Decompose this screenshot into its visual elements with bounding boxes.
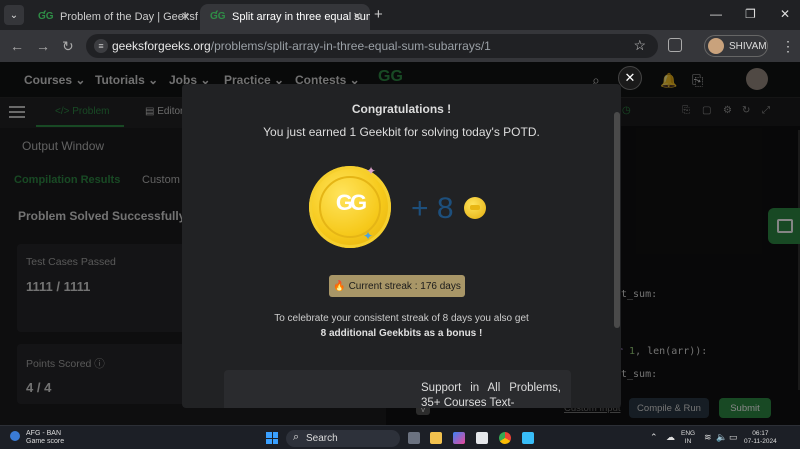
cricket-icon bbox=[10, 431, 20, 441]
bonus-count: + 8 bbox=[411, 192, 454, 225]
forward-icon[interactable]: → bbox=[36, 38, 50, 54]
reload-icon[interactable]: ↻ bbox=[62, 38, 74, 55]
minimize-icon[interactable]: — bbox=[710, 7, 722, 21]
notepad-icon[interactable] bbox=[522, 432, 534, 444]
browser-tab-problem[interactable]: ƓG Split array in three equal sum su ✕ bbox=[200, 4, 370, 30]
browser-tab-title: Problem of the Day | GeeksforG bbox=[60, 11, 198, 23]
windows-taskbar: AFG - BANGame score Search ⌃ ☁ ENGIN ≋ 🔈… bbox=[0, 425, 800, 449]
profile-name: SHIVAM bbox=[729, 40, 767, 52]
avatar bbox=[708, 38, 724, 54]
restore-icon[interactable]: ❐ bbox=[745, 7, 756, 21]
modal-title: Congratulations ! bbox=[351, 102, 452, 116]
back-icon[interactable]: ← bbox=[10, 38, 24, 54]
sparkle-icon: ✦ bbox=[363, 229, 374, 243]
browser-menu-icon[interactable]: ⋮ bbox=[781, 38, 795, 55]
cloud-icon[interactable]: ☁ bbox=[666, 432, 675, 443]
tray-chevron-icon[interactable]: ⌃ bbox=[650, 432, 658, 443]
promo-text: Support in All Problems, 35+ Courses Tex… bbox=[421, 382, 561, 408]
close-tab-icon[interactable]: ✕ bbox=[353, 10, 362, 23]
modal-close-icon[interactable]: ✕ bbox=[618, 66, 642, 90]
close-window-icon[interactable]: ✕ bbox=[780, 7, 790, 21]
gfg-favicon-icon: ƓG bbox=[38, 11, 54, 22]
battery-icon[interactable]: ▭ bbox=[729, 432, 738, 443]
modal-scrollbar[interactable] bbox=[614, 112, 620, 328]
taskbar-search[interactable]: Search bbox=[286, 430, 400, 447]
wifi-icon[interactable]: ≋ bbox=[704, 432, 712, 443]
profile-button[interactable]: SHIVAM bbox=[704, 35, 768, 57]
copilot-icon[interactable] bbox=[453, 432, 465, 444]
geekbit-coin-icon: GG bbox=[309, 166, 391, 248]
bonus-text: 8 additional Geekbits as a bonus ! bbox=[320, 328, 483, 339]
bookmark-star-icon[interactable]: ☆ bbox=[633, 37, 646, 54]
fire-icon: 🔥 bbox=[333, 280, 346, 292]
promo-card: Support in All Problems, 35+ Courses Tex… bbox=[224, 370, 571, 408]
chrome-icon[interactable] bbox=[499, 432, 511, 444]
address-bar[interactable]: ≡ geeksforgeeks.org/problems/split-array… bbox=[86, 34, 658, 58]
modal-subtitle: You just earned 1 Geekbit for solving to… bbox=[263, 125, 540, 139]
close-tab-icon[interactable]: ✕ bbox=[181, 10, 190, 23]
windows-start-icon[interactable] bbox=[266, 432, 278, 444]
task-view-icon[interactable] bbox=[408, 432, 420, 444]
clock[interactable]: 06:17 07-11-2024 bbox=[744, 430, 777, 446]
browser-tab-strip: ⌄ ƓG Problem of the Day | GeeksforG ✕ ƓG… bbox=[0, 0, 800, 30]
coin-logo: GG bbox=[335, 190, 367, 215]
volume-icon[interactable]: 🔈 bbox=[716, 432, 727, 443]
file-explorer-icon[interactable] bbox=[430, 432, 442, 444]
extensions-icon[interactable] bbox=[668, 38, 682, 52]
url-text: geeksforgeeks.org/problems/split-array-i… bbox=[112, 39, 491, 53]
new-tab-icon[interactable]: + bbox=[374, 6, 383, 23]
site-info-icon[interactable]: ≡ bbox=[94, 39, 108, 53]
small-coin-icon bbox=[464, 197, 486, 219]
gfg-favicon-icon: ƓG bbox=[210, 11, 226, 22]
congratulations-modal: Congratulations ! You just earned 1 Geek… bbox=[182, 84, 621, 408]
browser-tab-title: Split array in three equal sum su bbox=[232, 11, 370, 23]
celebrate-text: To celebrate your consistent streak of 8… bbox=[274, 313, 529, 324]
streak-badge: 🔥 Current streak : 176 days bbox=[329, 275, 465, 297]
tab-search-chevron-icon[interactable]: ⌄ bbox=[4, 5, 24, 25]
store-icon[interactable] bbox=[476, 432, 488, 444]
language-indicator[interactable]: ENG IN bbox=[681, 430, 695, 446]
browser-tab-potd[interactable]: ƓG Problem of the Day | GeeksforG ✕ bbox=[28, 4, 198, 30]
sparkle-icon: ✦ bbox=[366, 164, 377, 178]
